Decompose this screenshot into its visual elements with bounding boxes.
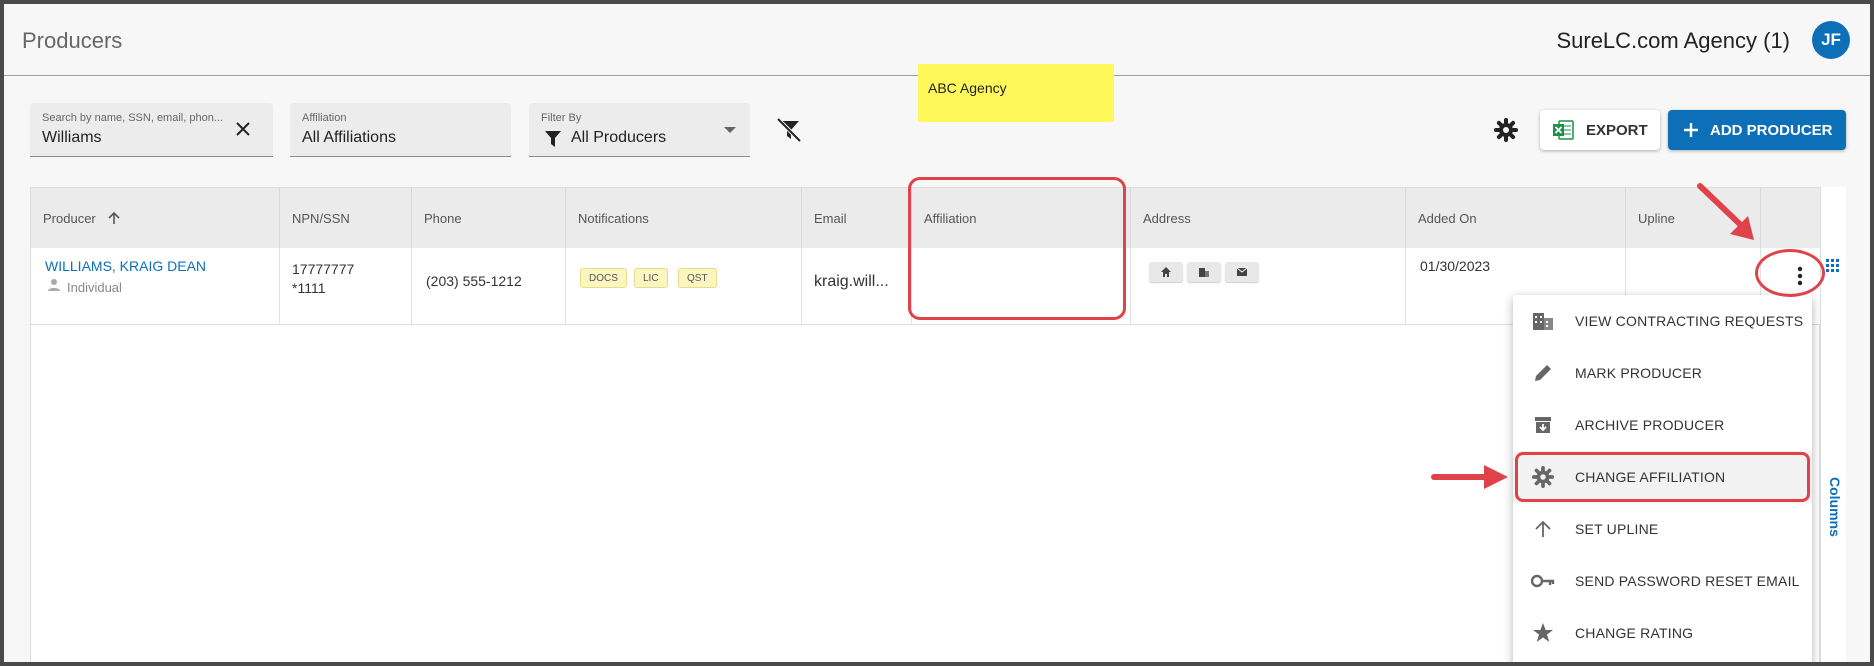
column-header-npn[interactable]: NPN/SSN [280,188,412,248]
grid-icon[interactable] [1826,259,1840,273]
add-producer-button[interactable]: ADD PRODUCER [1668,110,1846,150]
menu-item-send-password-reset-email[interactable]: SEND PASSWORD RESET EMAIL [1513,555,1812,607]
added-on-value: 01/30/2023 [1420,258,1491,274]
column-header-address[interactable]: Address [1131,188,1406,248]
column-header-affiliation[interactable]: Affiliation [912,188,1131,248]
close-icon[interactable] [235,121,251,137]
home-address-button[interactable] [1149,262,1183,282]
column-label: Upline [1638,210,1675,226]
npn-cell: 17777777 *1111 [280,248,412,325]
menu-item-mark-producer[interactable]: MARK PRODUCER [1513,347,1812,399]
table-header: Producer NPN/SSN Phone Notifications Ema… [31,188,1821,248]
qst-badge[interactable]: QST [678,268,717,288]
affiliation-cell [912,248,1131,325]
column-label: Phone [424,210,462,226]
business-address-button[interactable] [1187,262,1221,282]
column-header-upline[interactable]: Upline [1626,188,1761,248]
export-label: EXPORT [1586,121,1648,139]
clear-filter-icon[interactable] [776,117,802,143]
column-header-phone[interactable]: Phone [412,188,566,248]
producer-name-link[interactable]: WILLIAMS, KRAIG DEAN [45,258,206,274]
avatar[interactable]: JF [1812,21,1850,59]
email-value: kraig.will... [814,273,889,290]
menu-item-label: MARK PRODUCER [1575,365,1703,381]
menu-item-change-rating[interactable]: CHANGE RATING [1513,607,1812,659]
excel-icon [1553,120,1574,140]
producer-cell: WILLIAMS, KRAIG DEAN Individual [31,248,280,325]
plus-icon [1684,123,1698,137]
menu-item-view-contracting-requests[interactable]: VIEW CONTRACTING REQUESTS [1513,295,1812,347]
funnel-icon [545,131,561,147]
column-label: Affiliation [924,210,977,226]
affiliation-field[interactable]: Affiliation All Affiliations [290,103,511,157]
columns-label[interactable]: Columns [1827,477,1843,537]
agency-selector[interactable]: SureLC.com Agency (1) [1556,28,1790,54]
page-title: Producers [22,28,123,53]
lic-badge[interactable]: LIC [634,268,668,288]
row-actions-menu: VIEW CONTRACTING REQUESTS MARK PRODUCER … [1513,295,1812,666]
column-label: Notifications [578,210,649,226]
affiliation-value: ABC Agency [928,80,1007,96]
notifications-cell: DOCS LIC QST [566,248,802,325]
phone-cell: (203) 555-1212 [412,248,566,325]
menu-item-label: SET UPLINE [1575,521,1659,537]
more-vertical-icon [1797,266,1803,286]
npn-value: 17777777 [292,261,355,277]
arrow-up-icon [1531,517,1555,541]
chevron-down-icon [724,127,736,133]
affiliation-input[interactable]: All Affiliations [302,129,396,147]
filter-by-value: All Producers [571,129,667,146]
column-header-notifications[interactable]: Notifications [566,188,802,248]
search-field[interactable]: Search by name, SSN, email, phon... Will… [30,103,273,157]
menu-item-label: VIEW CONTRACTING REQUESTS [1575,313,1804,329]
archive-icon [1531,413,1555,437]
person-icon [48,279,60,291]
search-label: Search by name, SSN, email, phon... [42,112,223,124]
menu-item-change-affiliation[interactable]: CHANGE AFFILIATION [1513,451,1812,503]
key-icon [1531,569,1555,593]
pencil-icon [1531,361,1555,385]
gear-icon [1531,465,1555,489]
gear-icon[interactable] [1494,118,1518,142]
column-header-added-on[interactable]: Added On [1406,188,1626,248]
filter-by-label: Filter By [541,112,582,124]
column-label: Email [814,210,847,226]
building-icon [1531,309,1555,333]
menu-item-label: SEND PASSWORD RESET EMAIL [1575,573,1800,589]
search-input[interactable]: Williams [42,129,102,147]
star-icon [1531,621,1555,645]
export-button[interactable]: EXPORT [1540,110,1660,150]
filter-by-select[interactable]: Filter By All Producers [529,103,750,157]
phone-value: (203) 555-1212 [426,273,522,289]
building-icon [1199,268,1209,277]
affiliation-highlight: ABC Agency [918,64,1114,122]
menu-item-label: CHANGE AFFILIATION [1575,469,1726,485]
docs-badge[interactable]: DOCS [580,268,627,288]
mail-icon [1236,267,1248,276]
email-cell: kraig.will... [802,248,912,325]
ssn-value: *1111 [292,280,326,296]
menu-item-label: ARCHIVE PRODUCER [1575,417,1725,433]
add-producer-label: ADD PRODUCER [1710,121,1833,139]
sort-ascending-icon[interactable] [106,210,122,226]
affiliation-label: Affiliation [302,112,347,124]
home-icon [1161,267,1171,277]
menu-item-label: CHANGE RATING [1575,625,1694,641]
column-label: Added On [1418,210,1477,226]
column-label: Address [1143,210,1191,226]
column-label: NPN/SSN [292,210,350,226]
mailing-address-button[interactable] [1225,262,1259,282]
menu-item-set-upline[interactable]: SET UPLINE [1513,503,1812,555]
menu-item-archive-producer[interactable]: ARCHIVE PRODUCER [1513,399,1812,451]
column-label: Producer [43,210,96,226]
address-cell [1131,248,1406,325]
producer-type: Individual [67,280,122,295]
more-options-button[interactable] [1788,264,1812,288]
column-header-email[interactable]: Email [802,188,912,248]
column-header-producer[interactable]: Producer [31,188,280,248]
